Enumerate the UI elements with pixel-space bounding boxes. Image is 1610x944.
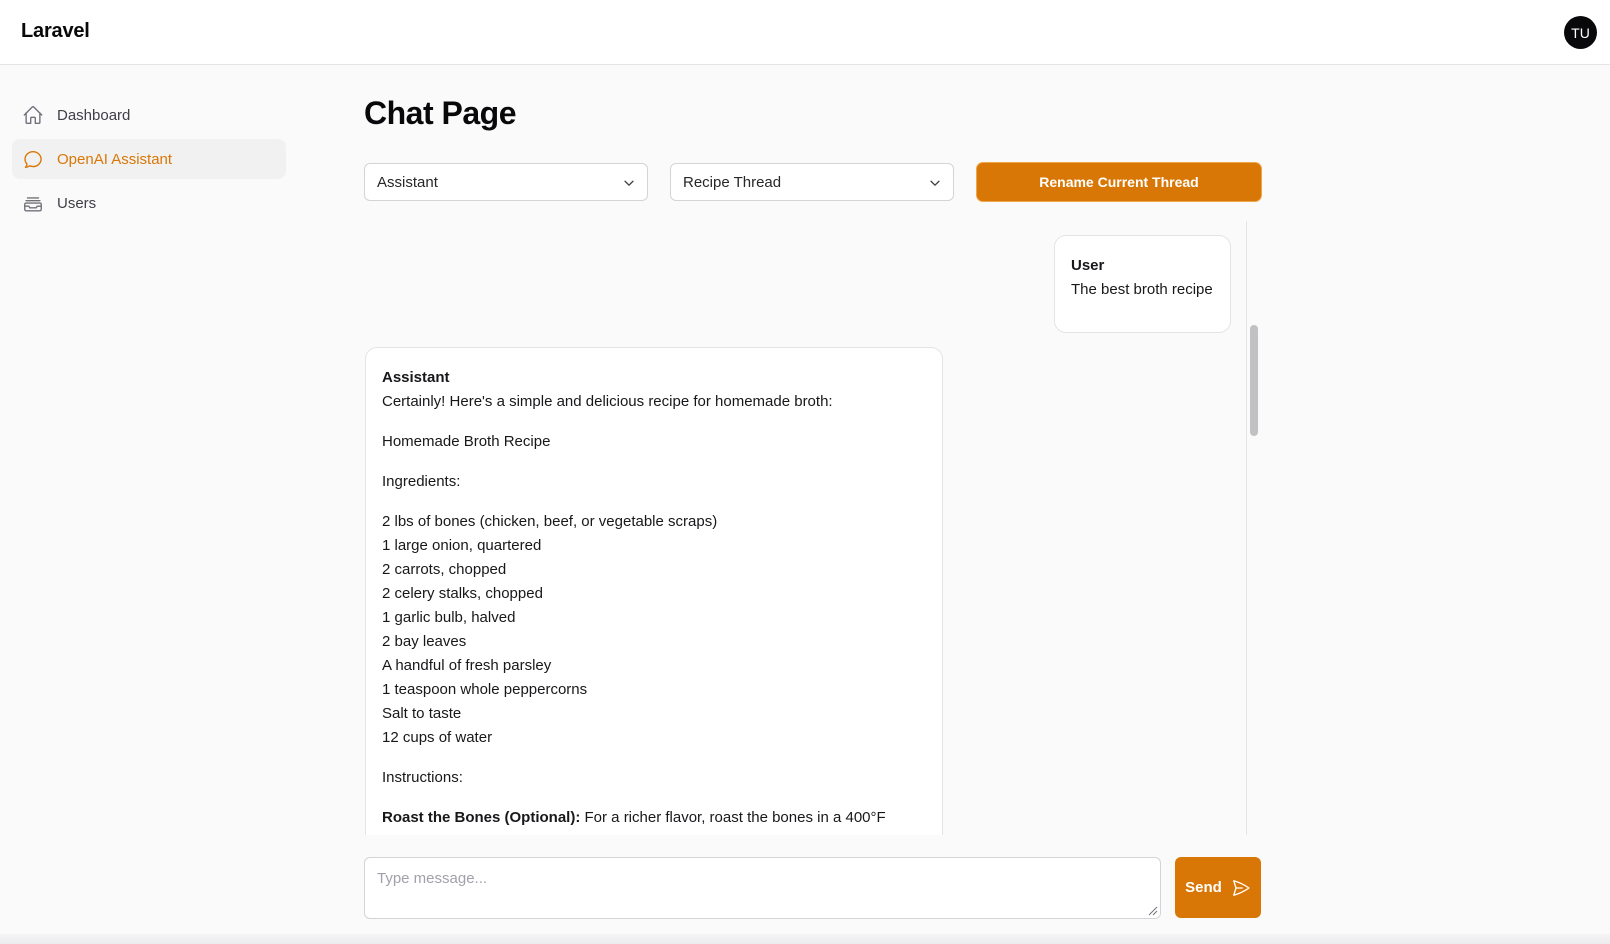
user-message: User The best broth recipe bbox=[1054, 235, 1231, 333]
sidebar-item-dashboard[interactable]: Dashboard bbox=[12, 95, 286, 135]
chat-scrollbar-track[interactable] bbox=[1246, 221, 1261, 835]
message-sender: User bbox=[1071, 257, 1105, 274]
chat-scrollbar-thumb[interactable] bbox=[1250, 325, 1258, 436]
thread-select-value: Recipe Thread bbox=[683, 173, 782, 191]
sidebar-item-label: OpenAI Assistant bbox=[57, 150, 173, 168]
message-intro: Certainly! Here's a simple and delicious… bbox=[382, 393, 833, 410]
resize-handle-icon[interactable] bbox=[1148, 906, 1158, 916]
thread-select[interactable]: Recipe Thread bbox=[670, 163, 954, 201]
home-icon bbox=[22, 104, 44, 126]
paper-airplane-icon bbox=[1232, 879, 1250, 896]
send-button-label: Send bbox=[1185, 879, 1222, 896]
instructions-heading: Instructions: bbox=[382, 769, 463, 786]
rename-thread-button[interactable]: Rename Current Thread bbox=[977, 163, 1261, 201]
app-brand[interactable]: Laravel bbox=[21, 20, 90, 43]
list-item: 12 cups of water bbox=[382, 729, 493, 746]
inbox-stack-icon bbox=[22, 192, 44, 214]
sidebar-item-label: Users bbox=[57, 194, 97, 212]
recipe-title: Homemade Broth Recipe bbox=[382, 433, 551, 450]
list-item: 2 celery stalks, chopped bbox=[382, 585, 543, 602]
message-input[interactable] bbox=[365, 858, 1160, 918]
top-navbar: Laravel TU bbox=[0, 0, 1610, 65]
step-title: Roast the Bones (Optional): bbox=[382, 809, 581, 826]
list-item: 1 teaspoon whole peppercorns bbox=[382, 681, 588, 698]
list-item: 1 garlic bulb, halved bbox=[382, 609, 516, 626]
instruction-step: Roast the Bones (Optional): For a richer… bbox=[382, 806, 926, 830]
send-button[interactable]: Send bbox=[1175, 857, 1261, 918]
message-composer bbox=[364, 857, 1161, 919]
list-item: 2 bay leaves bbox=[382, 633, 467, 650]
page-title: Chat Page bbox=[364, 95, 516, 131]
list-item: 2 carrots, chopped bbox=[382, 561, 507, 578]
ingredients-heading: Ingredients: bbox=[382, 473, 461, 490]
step-text: For a richer flavor, roast the bones in … bbox=[580, 809, 886, 826]
list-item: Salt to taste bbox=[382, 705, 462, 722]
message-text: The best broth recipe bbox=[1071, 281, 1213, 298]
chat-messages[interactable]: User The best broth recipe Assistant Cer… bbox=[364, 221, 1261, 835]
ingredients-list: 2 lbs of bones (chicken, beef, or vegeta… bbox=[382, 510, 926, 750]
message-sender: Assistant bbox=[382, 369, 450, 386]
assistant-select[interactable]: Assistant bbox=[364, 163, 648, 201]
sidebar-item-users[interactable]: Users bbox=[12, 183, 286, 223]
list-item: 1 large onion, quartered bbox=[382, 537, 542, 554]
sidebar-item-label: Dashboard bbox=[57, 106, 131, 124]
assistant-message: Assistant Certainly! Here's a simple and… bbox=[365, 347, 943, 835]
sidebar-item-openai-assistant[interactable]: OpenAI Assistant bbox=[12, 139, 286, 179]
chevron-down-icon bbox=[930, 180, 940, 186]
sidebar: Dashboard OpenAI Assistant Users bbox=[12, 95, 286, 227]
chevron-down-icon bbox=[624, 180, 634, 186]
chat-bubble-icon bbox=[22, 148, 44, 170]
list-item: A handful of fresh parsley bbox=[382, 657, 552, 674]
user-avatar[interactable]: TU bbox=[1564, 16, 1597, 49]
list-item: 2 lbs of bones (chicken, beef, or vegeta… bbox=[382, 513, 718, 530]
page-bottom-edge bbox=[0, 934, 1610, 944]
assistant-select-value: Assistant bbox=[377, 173, 438, 191]
